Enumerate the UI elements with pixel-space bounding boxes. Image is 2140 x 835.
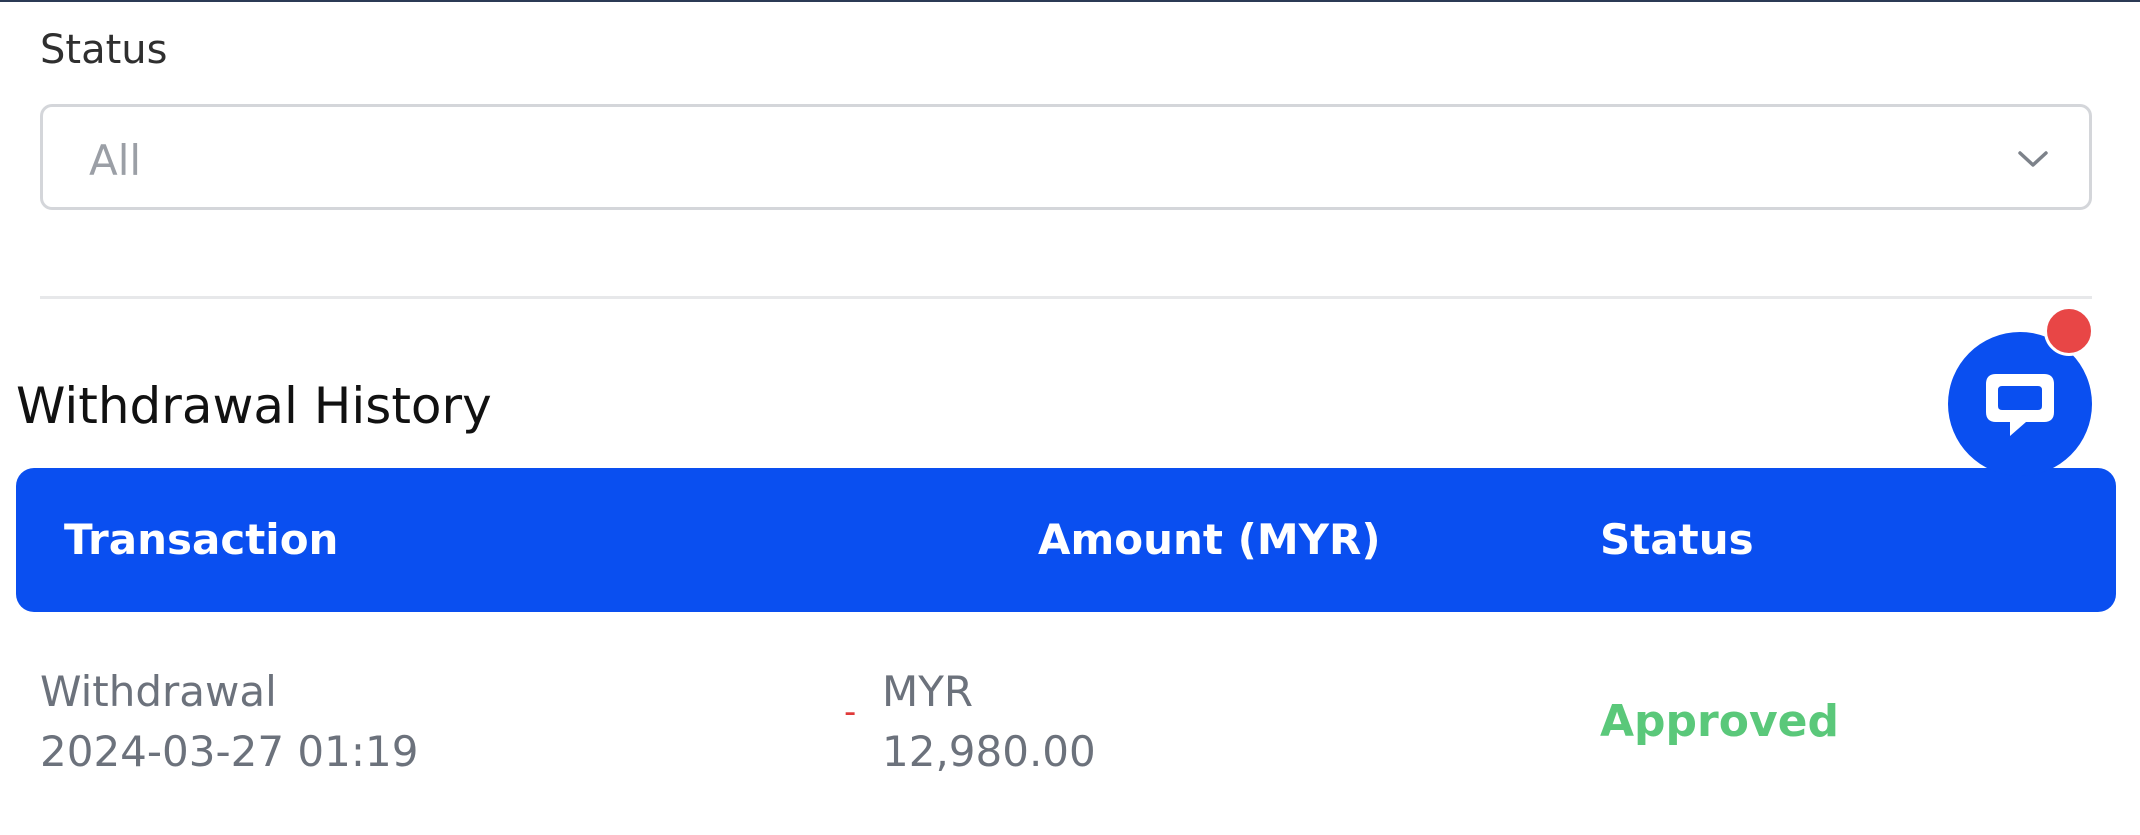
status-badge: Approved bbox=[1600, 696, 1839, 747]
chevron-down-icon bbox=[2018, 151, 2048, 167]
chat-bubble-icon bbox=[1986, 374, 2054, 436]
amount-value: 12,980.00 bbox=[882, 727, 1096, 776]
status-filter-selected-value: All bbox=[89, 136, 142, 185]
transaction-type: Withdrawal bbox=[40, 667, 277, 716]
amount-sign: - bbox=[844, 692, 857, 732]
amount-cell: MYR 12,980.00 bbox=[882, 662, 1096, 782]
top-border bbox=[0, 0, 2140, 2]
column-header-transaction: Transaction bbox=[64, 515, 339, 564]
status-filter-select[interactable]: All bbox=[40, 104, 2092, 210]
page-title: Withdrawal History bbox=[16, 377, 492, 435]
table-row[interactable]: Withdrawal 2024-03-27 01:19 - MYR 12,980… bbox=[16, 640, 2116, 800]
column-header-status: Status bbox=[1600, 515, 1754, 564]
column-header-amount: Amount (MYR) bbox=[1038, 515, 1381, 564]
status-filter-label: Status bbox=[40, 27, 168, 73]
notification-badge bbox=[2044, 306, 2094, 356]
transaction-datetime: 2024-03-27 01:19 bbox=[40, 727, 419, 776]
amount-currency: MYR bbox=[882, 667, 974, 716]
section-divider bbox=[40, 296, 2092, 299]
transaction-cell: Withdrawal 2024-03-27 01:19 bbox=[40, 662, 418, 782]
table-header: Transaction Amount (MYR) Status bbox=[16, 468, 2116, 612]
